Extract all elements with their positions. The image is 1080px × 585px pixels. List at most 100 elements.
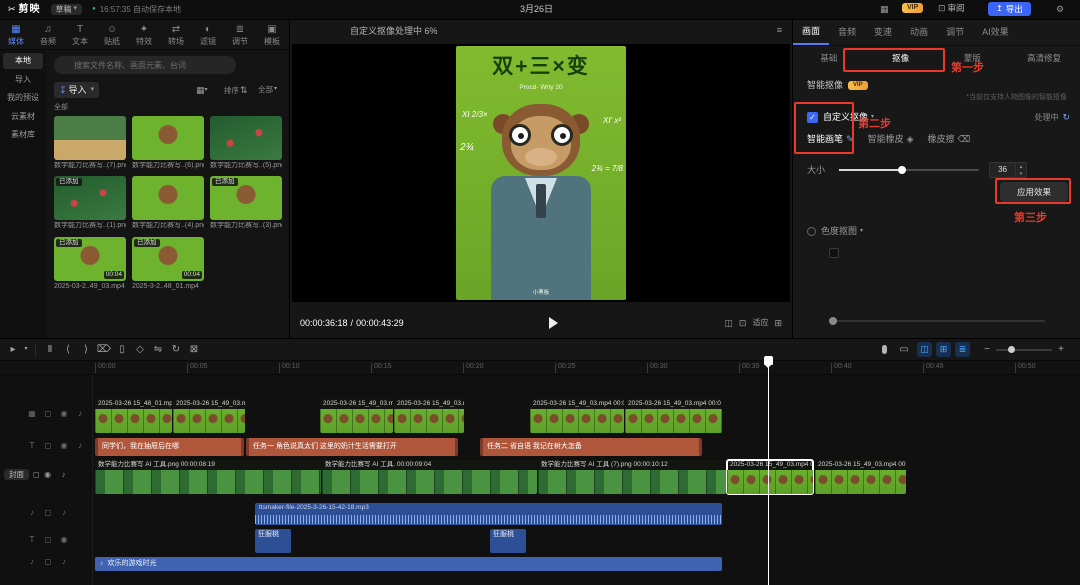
fullscreen-icon[interactable]: ⊞ [774, 318, 782, 329]
fit-icon[interactable]: ⊡ [739, 318, 747, 329]
small-text-clip[interactable]: 狂服桃 [490, 529, 526, 553]
subtab-basic[interactable]: 基础 [793, 48, 865, 68]
radio-unchecked-icon[interactable] [807, 227, 816, 236]
timeline-zoom-slider[interactable] [996, 349, 1052, 351]
tab-ai-effects[interactable]: AI效果 [973, 21, 1018, 44]
track-lock-icon[interactable]: ◻ [40, 441, 56, 451]
playhead[interactable] [768, 361, 769, 585]
video-clip[interactable]: 2025-03-26 15_49_03.mp4 00:0 [173, 399, 245, 433]
tab-effects[interactable]: ✦特效 [128, 22, 160, 47]
stepper-down-icon[interactable]: ▾ [1016, 170, 1026, 177]
mask-tool[interactable]: ◇ [131, 344, 149, 356]
crop-tool[interactable]: ⊠ [185, 344, 203, 356]
music-clip[interactable]: ♪ 欢乐的游戏时光 [95, 557, 722, 571]
refresh-icon[interactable]: ↻ [1062, 112, 1070, 123]
small-text-clip[interactable]: 狂服桃 [255, 529, 291, 553]
rotate-tool[interactable]: ↻ [167, 344, 185, 356]
chroma-key-row[interactable]: 色度抠图 ▾ [807, 226, 863, 237]
media-item[interactable]: 已添加00:042025-3-2..48_01.mp4 [132, 237, 204, 291]
track-lock-icon[interactable]: ◻ [40, 409, 56, 419]
track-visibility-icon[interactable]: ◉ [40, 470, 56, 480]
text-clip[interactable]: 任务一 角色说真太们 这里的奶汁生活需要打开 [246, 438, 458, 456]
split-tool[interactable]: Ⅱ [41, 344, 59, 356]
sidebar-item-presets[interactable]: 我的预设 [3, 90, 43, 106]
sidebar-item-local[interactable]: 本地 [3, 53, 43, 69]
media-item[interactable]: 数学能力比赛写..(7).png [54, 116, 126, 170]
track-mute-icon[interactable]: ♪ [56, 470, 72, 480]
text-clip[interactable]: 同学们，我在抽屉后在哪 [95, 438, 244, 456]
tab-speed[interactable]: 变速 [865, 21, 901, 44]
tab-text[interactable]: T文本 [64, 22, 96, 47]
smart-eraser-tool[interactable]: 智能橡皮◈ [868, 134, 914, 145]
mirror-tool[interactable]: ⇋ [149, 344, 167, 356]
track-lock-icon[interactable]: ◻ [40, 557, 56, 567]
fit-label[interactable]: 适应 [752, 318, 768, 328]
main-video-clip[interactable]: 2025-03-26 15_49_03.mp4 00:0 [815, 460, 906, 494]
media-item[interactable]: 数学能力比赛写..(6).png [132, 116, 204, 170]
tab-adjust-props[interactable]: 调节 [937, 21, 973, 44]
track-visibility-icon[interactable]: ◉ [56, 535, 72, 545]
sidebar-item-import[interactable]: 导入 [3, 72, 43, 88]
main-video-clip[interactable]: 数学能力比赛写 AI 工具.png 00:00:08:19 [95, 460, 321, 494]
sidebar-item-cloud[interactable]: 云素材 [3, 109, 43, 125]
freeze-tool[interactable]: ▯ [113, 344, 131, 356]
tab-filters[interactable]: ◐滤镜 [192, 22, 224, 47]
tab-audio[interactable]: ♫音频 [32, 22, 64, 47]
playhead-handle[interactable] [764, 356, 773, 365]
select-tool[interactable]: ▸ [4, 344, 22, 356]
video-clip[interactable]: 2025-03-26 15_49_03.mp4 00:0 [530, 399, 624, 433]
timeline-ruler[interactable]: 00:00 00:05 00:10 00:15 00:20 00:25 00:3… [0, 361, 1080, 375]
audio-clip[interactable]: ttsmaker-file-2025-3-26-15-42-18.mp3 [255, 503, 722, 525]
cover-button[interactable]: 封面 [4, 469, 29, 480]
review-button[interactable]: ⊡ 审阅 [938, 3, 965, 14]
draft-menu[interactable]: 草稿 ▾ [51, 4, 83, 16]
track-lock-icon[interactable]: ◻ [40, 535, 56, 545]
main-video-clip[interactable]: 数学能力比赛写 AI 工具. 00:00:09:04 [322, 460, 537, 494]
smart-brush-tool[interactable]: 智能画笔✎ [807, 134, 854, 145]
video-clip[interactable]: 2025-03-26 15_49_03.mp4 00:0 [320, 399, 393, 433]
trim-left-tool[interactable]: ⟨ [59, 344, 77, 356]
import-button[interactable]: ↧ 导入 ▾ [54, 82, 99, 98]
tab-adjust[interactable]: ≣调节 [224, 22, 256, 47]
checkbox-checked-icon[interactable]: ✓ [807, 112, 818, 123]
play-button[interactable] [549, 317, 558, 329]
delete-tool[interactable]: ⌦ [95, 344, 113, 356]
stepper-up-icon[interactable]: ▴ [1016, 163, 1026, 170]
preview-axis-toggle-icon[interactable]: ≣ [955, 342, 970, 357]
tab-transitions[interactable]: ⇄转场 [160, 22, 192, 47]
track-visibility-icon[interactable]: ◉ [56, 441, 72, 451]
view-mode-button[interactable]: ▦▾ [196, 85, 208, 96]
subtab-cutout[interactable]: 抠像 [865, 48, 937, 68]
main-video-clip-selected[interactable]: 2025-03-26 15_49_03.mp4 00:0 [727, 460, 813, 494]
track-lock-icon[interactable]: ◻ [40, 508, 56, 518]
chroma-slider-1[interactable] [829, 320, 1045, 322]
settings-gear-icon[interactable]: ⚙ [1056, 4, 1064, 15]
tab-picture[interactable]: 画面 [793, 20, 829, 45]
media-item[interactable]: 已添加数学能力比赛写..(3).png [210, 176, 282, 230]
snap-toggle-icon[interactable]: ◫ [917, 342, 932, 357]
split-view-icon[interactable]: ◫ [724, 318, 733, 329]
captions-icon[interactable]: ▭ [895, 344, 913, 356]
search-input[interactable] [54, 56, 236, 74]
color-swatch[interactable] [829, 248, 839, 258]
media-item[interactable]: 数学能力比赛写..(5).png [210, 116, 282, 170]
video-clip[interactable]: 2025-03-26 15_49_03.mp4 00: [394, 399, 464, 433]
export-button[interactable]: ↥ 导出 [988, 2, 1031, 16]
text-clip[interactable]: 任务二 省自语 我记在树大怎备 [480, 438, 702, 456]
media-item[interactable]: 已添加数学能力比赛写..(1).png [54, 176, 126, 230]
filter-button[interactable]: 全部▾ [258, 85, 277, 94]
track-mute-icon[interactable]: ♪ [72, 441, 88, 451]
size-value-stepper[interactable]: 36 ▴ ▾ [989, 162, 1027, 178]
eraser-tool[interactable]: 橡皮擦⌫ [928, 134, 971, 145]
video-clip[interactable]: 2025-03-26 15_49_03.mp4 00:0 20 [625, 399, 722, 433]
track-lock-icon[interactable]: ◻ [33, 470, 40, 480]
zoom-out-icon[interactable]: − [978, 344, 996, 356]
preview-viewport[interactable]: 双+三×变 Procd- Wrty 20 XI 2/3× 2¾ XI′ x² 2… [292, 44, 790, 302]
trim-right-tool[interactable]: ⟩ [77, 344, 95, 356]
tab-audio-props[interactable]: 音频 [829, 21, 865, 44]
sort-button[interactable]: 排序⇅ [224, 85, 248, 96]
vip-badge[interactable]: VIP [902, 3, 923, 13]
track-mute-icon[interactable]: ♪ [72, 409, 88, 419]
zoom-in-icon[interactable]: + [1052, 344, 1070, 356]
main-video-clip[interactable]: 数学能力比赛写 AI 工具 (7).png 00:00:10:12 [538, 460, 726, 494]
